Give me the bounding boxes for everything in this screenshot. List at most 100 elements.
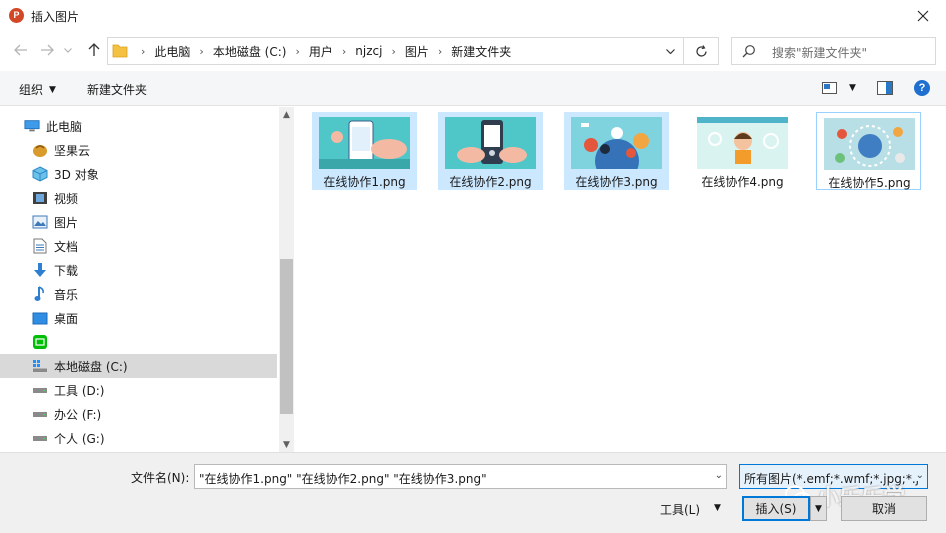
sidebar-item-desktop[interactable]: 桌面 <box>0 306 277 330</box>
chevron-down-icon <box>665 48 675 54</box>
sidebar-item-downloads[interactable]: 下载 <box>0 258 277 282</box>
file-item[interactable]: 在线协作5.png <box>816 112 921 190</box>
tools-button[interactable]: 工具(L) <box>660 501 700 518</box>
file-item[interactable]: 在线协作4.png <box>690 112 795 190</box>
sidebar-item-nutstore[interactable]: 坚果云 <box>0 138 277 162</box>
help-icon[interactable]: ? <box>914 80 930 96</box>
insert-options-dropdown[interactable]: ▼ <box>810 496 827 521</box>
3d-objects-icon <box>32 166 48 182</box>
sidebar-item-iqiyi[interactable] <box>0 330 277 354</box>
chevron-right-icon[interactable]: › <box>295 45 299 58</box>
address-bar[interactable]: › 此电脑 › 本地磁盘 (C:) › 用户 › njzcj › 图片 › 新建… <box>107 37 684 65</box>
sidebar-item-label: 个人 (G:) <box>54 431 105 446</box>
breadcrumb: › 此电脑 › 本地磁盘 (C:) › 用户 › njzcj › 图片 › 新建… <box>132 38 511 64</box>
scroll-up-icon[interactable]: ▲ <box>279 107 294 122</box>
close-icon <box>917 10 929 21</box>
filename-label: 文件名(N): <box>131 471 190 485</box>
caret-down-icon[interactable]: ▼ <box>714 503 721 513</box>
scroll-down-icon[interactable]: ▼ <box>279 437 294 452</box>
nutstore-icon <box>32 142 48 158</box>
chevron-down-icon[interactable]: ⌄ <box>715 470 723 481</box>
sidebar-item-3d-objects[interactable]: 3D 对象 <box>0 162 277 186</box>
forward-button[interactable] <box>37 40 57 60</box>
sidebar-item-drive-f[interactable]: 办公 (F:) <box>0 402 277 426</box>
chevron-right-icon[interactable]: › <box>391 45 395 58</box>
search-box[interactable]: 搜索"新建文件夹" <box>731 37 936 65</box>
file-item[interactable]: 在线协作1.png <box>312 112 417 190</box>
address-history-dropdown[interactable] <box>657 38 683 64</box>
sidebar-item-local-disk-c[interactable]: 本地磁盘 (C:) <box>0 354 277 378</box>
filename-input[interactable]: "在线协作1.png" "在线协作2.png" "在线协作3.png" ⌄ <box>194 464 727 489</box>
back-button[interactable] <box>11 40 31 60</box>
breadcrumb-item-local-disk-c[interactable]: 本地磁盘 (C:) <box>213 43 287 60</box>
caret-down-icon: ▼ <box>815 503 822 514</box>
scrollbar-thumb[interactable] <box>280 259 293 414</box>
breadcrumb-item-pictures[interactable]: 图片 <box>405 43 429 60</box>
sidebar-item-pictures[interactable]: 图片 <box>0 210 277 234</box>
breadcrumb-item-users[interactable]: 用户 <box>309 43 333 60</box>
chevron-right-icon[interactable]: › <box>199 45 203 58</box>
windows-drive-icon <box>32 358 48 374</box>
filename-value: "在线协作1.png" "在线协作2.png" "在线协作3.png" <box>199 472 487 486</box>
up-button[interactable] <box>84 40 104 60</box>
refresh-icon <box>695 44 707 57</box>
sidebar-item-music[interactable]: 音乐 <box>0 282 277 306</box>
file-item[interactable]: 在线协作2.png <box>438 112 543 190</box>
preview-pane-icon[interactable] <box>877 81 893 95</box>
thumbnail-image <box>445 117 536 169</box>
sidebar-item-this-pc[interactable]: 此电脑 <box>0 114 277 138</box>
insert-label: 插入(S) <box>755 502 797 516</box>
refresh-button[interactable] <box>684 37 719 65</box>
sidebar-item-label: 音乐 <box>54 287 79 302</box>
computer-icon <box>24 118 40 134</box>
documents-icon <box>32 238 48 254</box>
caret-down-icon: ▼ <box>49 84 56 95</box>
file-name: 在线协作3.png <box>575 175 658 189</box>
close-button[interactable] <box>900 0 946 31</box>
sidebar-item-label: 视频 <box>54 191 79 206</box>
drive-icon <box>32 430 48 446</box>
organize-button[interactable]: 组织 ▼ <box>19 81 56 98</box>
file-name-pane: 文件名(N): "在线协作1.png" "在线协作2.png" "在线协作3.p… <box>0 452 946 533</box>
file-list: 在线协作1.png 在线协作2.png 在线协作3.png 在线协作4.png … <box>296 107 946 452</box>
thumbnail-image <box>824 118 915 170</box>
drive-icon <box>32 382 48 398</box>
search-placeholder: 搜索"新建文件夹" <box>772 46 868 60</box>
desktop-icon <box>32 310 48 326</box>
cancel-button[interactable]: 取消 <box>841 496 927 521</box>
thumbnail-image <box>571 117 662 169</box>
arrow-right-icon <box>41 44 54 56</box>
chevron-right-icon[interactable]: › <box>438 45 442 58</box>
iqiyi-icon <box>32 334 48 350</box>
file-name: 在线协作4.png <box>701 175 784 189</box>
thumbnail-image <box>319 117 410 169</box>
breadcrumb-item-njzcj[interactable]: njzcj <box>355 44 382 58</box>
sidebar-item-videos[interactable]: 视频 <box>0 186 277 210</box>
download-icon <box>32 262 48 278</box>
new-folder-button[interactable]: 新建文件夹 <box>87 81 147 98</box>
sidebar-item-documents[interactable]: 文档 <box>0 234 277 258</box>
sidebar-item-label: 下载 <box>54 263 79 278</box>
sidebar-item-drive-d[interactable]: 工具 (D:) <box>0 378 277 402</box>
recent-locations-button[interactable] <box>61 40 75 60</box>
video-icon <box>32 190 48 206</box>
sidebar-scrollbar[interactable]: ▲ ▼ <box>279 107 294 452</box>
insert-button[interactable]: 插入(S) <box>742 496 810 521</box>
sidebar-item-label: 图片 <box>54 215 79 230</box>
chevron-right-icon[interactable]: › <box>342 45 346 58</box>
powerpoint-icon: P <box>9 8 24 23</box>
chevron-down-icon[interactable]: ⌄ <box>913 470 924 481</box>
breadcrumb-item-this-pc[interactable]: 此电脑 <box>154 43 190 60</box>
file-name: 在线协作1.png <box>323 175 406 189</box>
file-name: 在线协作5.png <box>828 176 911 190</box>
change-view-icon[interactable] <box>822 82 837 94</box>
file-item[interactable]: 在线协作3.png <box>564 112 669 190</box>
sidebar-item-label: 坚果云 <box>54 143 91 158</box>
chevron-right-icon[interactable]: › <box>141 45 145 58</box>
sidebar-item-drive-g[interactable]: 个人 (G:) <box>0 426 277 450</box>
command-bar: 组织 ▼ 新建文件夹 ▼ ? <box>0 71 946 106</box>
breadcrumb-item-new-folder[interactable]: 新建文件夹 <box>451 43 511 60</box>
view-options-caret-icon[interactable]: ▼ <box>849 83 856 93</box>
arrow-up-icon <box>88 43 100 56</box>
navigation-bar: › 此电脑 › 本地磁盘 (C:) › 用户 › njzcj › 图片 › 新建… <box>0 31 946 71</box>
